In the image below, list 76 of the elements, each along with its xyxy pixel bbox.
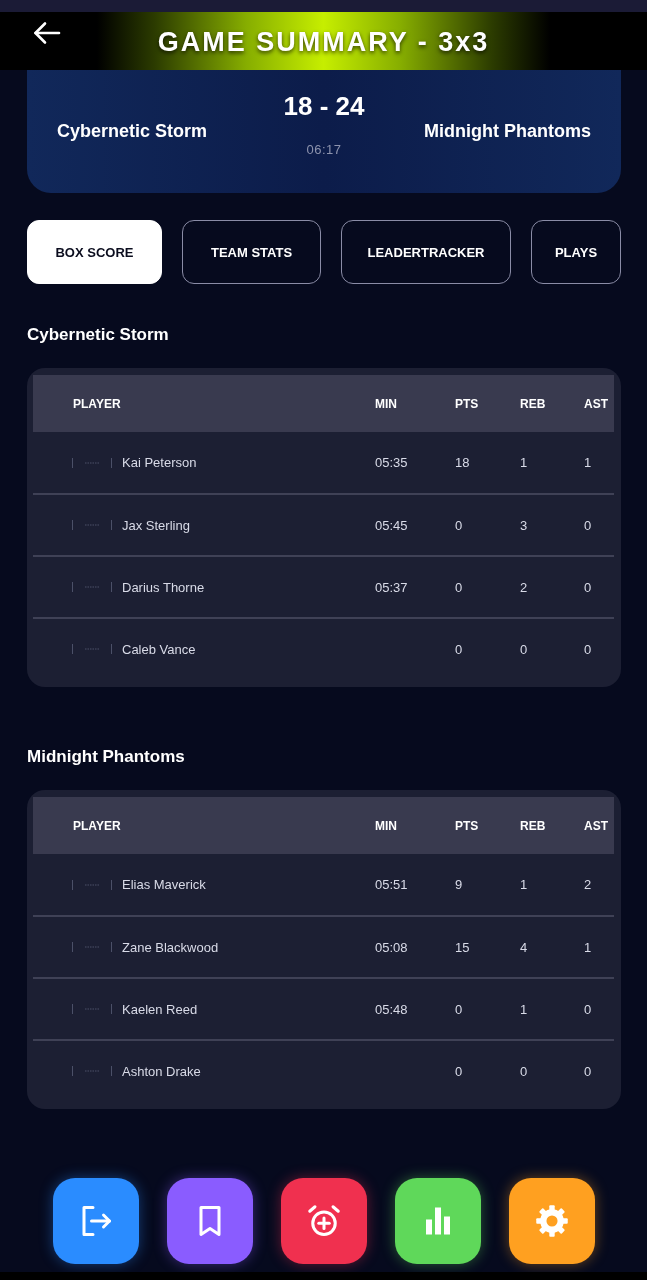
player-name: Caleb Vance [122,641,196,657]
team-heading: Cybernetic Storm [27,324,169,346]
game-clock: 06:17 [306,141,342,157]
alarm-clock-plus-icon [305,1203,342,1239]
stats-button[interactable] [394,1178,481,1264]
back-button[interactable] [33,21,61,45]
column-header: PLAYER [73,818,121,833]
settings-icon [533,1203,570,1239]
table-cell: 05:45 [375,517,408,533]
column-header: REB [520,396,546,411]
table-cell: 1 [584,939,592,955]
player-name: Jax Sterling [122,517,190,533]
player-name: Zane Blackwood [122,939,219,955]
column-header: MIN [375,818,397,833]
add-alarm-button[interactable] [280,1178,367,1264]
table-cell: 0 [584,579,592,595]
player-name: Elias Maverick [122,877,206,892]
player-name: Kaelen Reed [122,1001,198,1017]
home-team-name: Cybernetic Storm [57,121,208,142]
column-header: PTS [455,818,479,833]
tab[interactable]: PLAYS [531,220,621,284]
table-cell: 2 [584,877,592,892]
player-thumbnail-icon [72,940,112,954]
player-thumbnail-icon [72,518,112,532]
table-cell: 0 [520,1063,528,1079]
table-cell: 05:35 [375,455,408,470]
table-cell: 0 [455,517,463,533]
table-cell: 1 [520,877,528,892]
arrow-left-icon [33,21,61,45]
player-name: Darius Thorne [122,579,205,595]
column-header: AST [584,818,608,833]
exit-button[interactable] [52,1178,139,1264]
player-thumbnail-icon [72,1064,112,1078]
bookmark-button[interactable] [166,1178,253,1264]
table-cell: 2 [520,579,528,595]
table-cell: 18 [455,455,470,470]
page-title: GAME SUMMARY - 3x3 [157,26,490,58]
team-heading: Midnight Phantoms [27,746,185,768]
player-name: Ashton Drake [122,1063,201,1079]
player-thumbnail-icon [72,580,112,594]
player-thumbnail-icon [72,1002,112,1016]
final-score: 18 - 24 [283,90,365,122]
column-header: AST [584,396,608,411]
player-thumbnail-icon [72,877,112,892]
table-cell: 0 [520,641,528,657]
table-cell: 3 [520,517,528,533]
settings-button[interactable] [508,1178,595,1264]
table-cell: 05:08 [375,939,408,955]
table-cell: 4 [520,939,528,955]
table-cell: 0 [455,579,463,595]
table-cell: 1 [520,455,528,470]
column-header: MIN [375,396,397,411]
player-name: Kai Peterson [122,455,197,470]
column-header: REB [520,818,546,833]
table-cell: 0 [455,1001,463,1017]
table-cell: 15 [455,939,470,955]
table-cell: 0 [455,641,463,657]
column-header: PTS [455,396,479,411]
table-cell: 0 [584,1063,592,1079]
table-cell: 0 [584,1001,592,1017]
table-cell: 0 [455,1063,463,1079]
player-thumbnail-icon [72,455,112,470]
tab[interactable]: TEAM STATS [182,220,321,284]
table-cell: 9 [455,877,463,892]
tab[interactable]: BOX SCORE [27,220,162,284]
table-cell: 05:48 [375,1001,408,1017]
table-cell: 05:37 [375,579,408,595]
tab[interactable]: LEADERTRACKER [341,220,511,284]
table-cell: 0 [584,641,592,657]
player-thumbnail-icon [72,642,112,656]
table-cell: 1 [520,1001,528,1017]
table-cell: 1 [584,455,592,470]
column-header: PLAYER [73,396,121,411]
table-cell: 0 [584,517,592,533]
table-cell: 05:51 [375,877,408,892]
away-team-name: Midnight Phantoms [424,121,591,142]
